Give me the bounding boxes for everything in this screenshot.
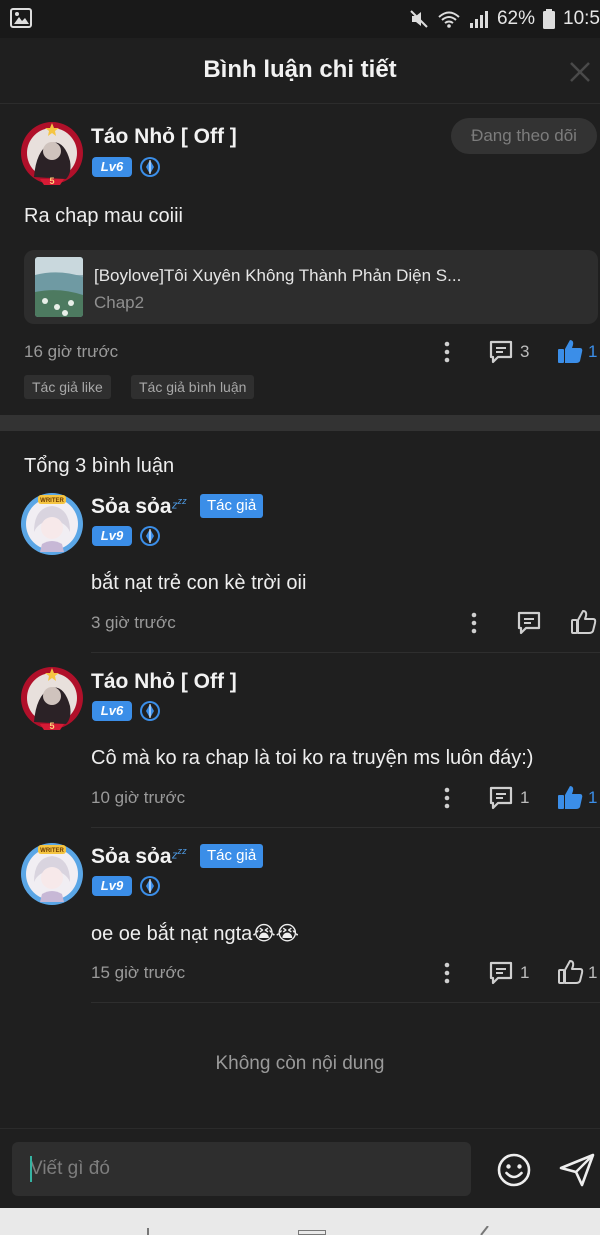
sleeping-icon: zzz	[172, 496, 187, 512]
more-options-icon[interactable]	[440, 961, 454, 985]
tag-author-comment: Tác giả bình luận	[131, 375, 255, 399]
level-badge: Lv9	[92, 876, 132, 896]
gem-icon	[140, 526, 160, 546]
post-time: 16 giờ trước	[24, 342, 119, 361]
clock: 10:5	[563, 8, 600, 29]
avatar[interactable]: WRITER	[20, 842, 84, 906]
follow-button[interactable]: Đang theo dõi	[451, 118, 597, 154]
comment-text: bắt nạt trẻ con kè trời oii	[91, 572, 307, 594]
level-badge: Lv9	[92, 526, 132, 546]
divider	[91, 1002, 600, 1003]
chapter-title: [Boylove]Tôi Xuyên Không Thành Phản Diện…	[94, 266, 462, 285]
avatar[interactable]: 5	[20, 121, 84, 187]
chapter-subtitle: Chap2	[94, 293, 145, 312]
svg-text:WRITER: WRITER	[40, 848, 64, 854]
level-badge: Lv6	[92, 157, 132, 177]
reply-icon[interactable]	[516, 610, 542, 636]
status-bar: 62% 10:5	[0, 0, 600, 38]
reply-icon[interactable]	[488, 960, 514, 986]
recent-apps-icon[interactable]	[142, 1228, 154, 1235]
like-icon[interactable]	[570, 609, 597, 636]
signal-icon	[469, 11, 488, 28]
emoji-icon[interactable]	[496, 1152, 532, 1188]
comment-author-name[interactable]: Táo Nhỏ [ Off ]	[91, 670, 237, 694]
post-author-name[interactable]: Táo Nhỏ [ Off ]	[91, 125, 237, 149]
like-count: 1	[588, 788, 598, 807]
battery-percent: 62%	[496, 8, 536, 29]
svg-text:WRITER: WRITER	[40, 498, 64, 504]
like-icon[interactable]	[557, 784, 584, 811]
close-icon[interactable]	[566, 58, 594, 86]
page-title: Bình luận chi tiết	[203, 56, 397, 83]
back-icon[interactable]	[478, 1226, 490, 1235]
comment-author-name[interactable]: Sỏa sỏa	[91, 495, 172, 519]
post-text: Ra chap mau coiii	[24, 205, 183, 227]
more-options-icon[interactable]	[467, 611, 481, 635]
divider	[91, 827, 600, 828]
comment-time: 3 giờ trước	[91, 613, 176, 632]
comment-input[interactable]	[12, 1142, 471, 1196]
end-of-list-text: Không còn nội dung	[215, 1053, 385, 1074]
home-icon[interactable]	[298, 1230, 326, 1235]
gallery-notification-icon	[10, 8, 32, 28]
gem-icon	[140, 701, 160, 721]
section-divider	[0, 415, 600, 431]
comment-text: oe oe bắt nạt ngta😭😭	[91, 923, 299, 945]
reply-count: 3	[520, 342, 530, 361]
like-icon[interactable]	[557, 959, 584, 986]
tag-author-like: Tác giả like	[24, 375, 111, 399]
like-icon[interactable]	[557, 338, 584, 365]
gem-icon	[140, 876, 160, 896]
svg-text:5: 5	[49, 176, 54, 186]
text-cursor	[30, 1156, 32, 1182]
system-nav-bar	[0, 1208, 600, 1235]
avatar[interactable]: 5	[20, 666, 84, 732]
sleeping-icon: zzz	[172, 846, 187, 862]
svg-text:5: 5	[49, 721, 54, 731]
send-icon[interactable]	[558, 1152, 596, 1188]
header: Bình luận chi tiết	[0, 38, 600, 104]
more-options-icon[interactable]	[440, 340, 454, 364]
divider	[91, 652, 600, 653]
gem-icon	[140, 157, 160, 177]
level-badge: Lv6	[92, 701, 132, 721]
reply-count: 1	[520, 788, 530, 807]
chapter-thumbnail	[35, 257, 83, 317]
author-badge: Tác giả	[200, 494, 264, 518]
comment-time: 15 giờ trước	[91, 963, 186, 982]
author-badge: Tác giả	[200, 844, 264, 868]
chapter-card[interactable]: [Boylove]Tôi Xuyên Không Thành Phản Diện…	[24, 250, 598, 324]
mute-icon	[410, 10, 428, 28]
avatar[interactable]: WRITER	[20, 492, 84, 556]
battery-icon	[543, 9, 556, 29]
like-count: 1	[588, 342, 598, 361]
like-count: 1	[588, 963, 598, 982]
wifi-icon	[438, 11, 460, 28]
comment-input-bar	[0, 1128, 600, 1208]
comment-count-title: Tổng 3 bình luận	[24, 455, 175, 477]
comment-text: Cô mà ko ra chap là toi ko ra truyện ms …	[91, 747, 534, 769]
reply-icon[interactable]	[488, 339, 514, 365]
reply-icon[interactable]	[488, 785, 514, 811]
comment-author-name[interactable]: Sỏa sỏa	[91, 845, 172, 869]
comment-time: 10 giờ trước	[91, 788, 186, 807]
more-options-icon[interactable]	[440, 786, 454, 810]
reply-count: 1	[520, 963, 530, 982]
